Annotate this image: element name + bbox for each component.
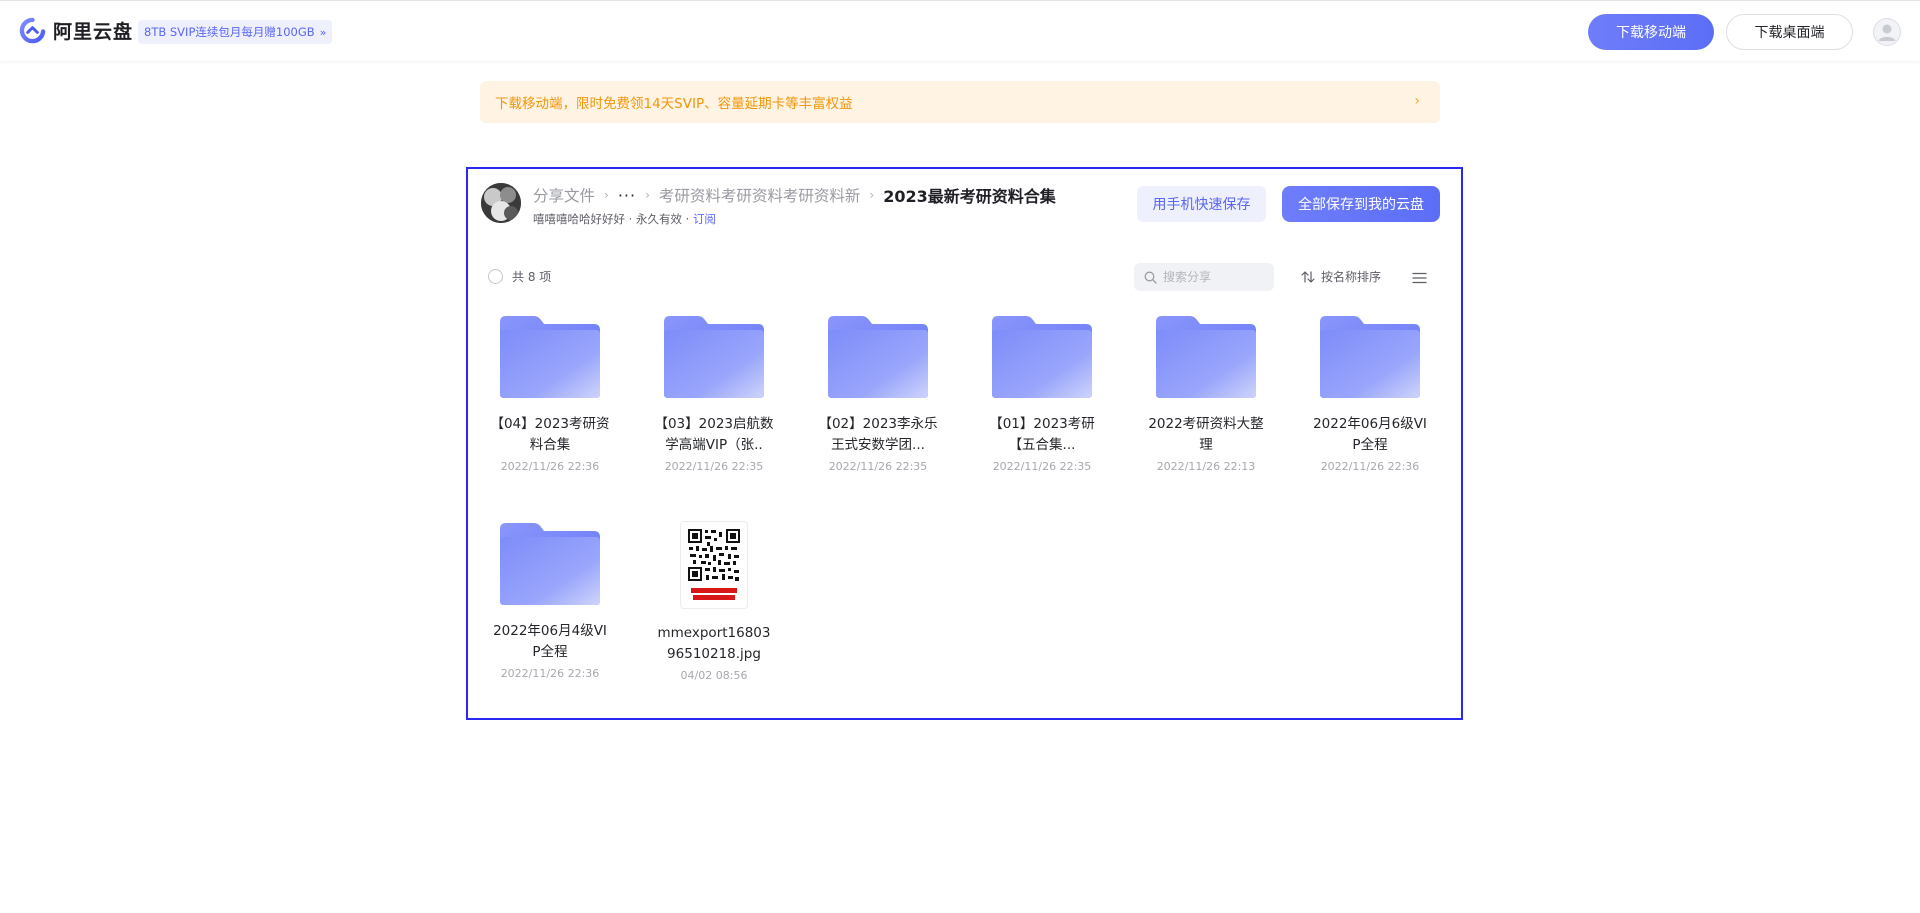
item-count: 共 8 项 [512,270,552,284]
image-thumbnail [680,521,748,609]
search-icon [1144,271,1157,284]
list-view-toggle[interactable] [1412,269,1427,288]
folder-icon [500,316,600,398]
breadcrumb-current-folder: 2023最新考研资料合集 [883,187,1056,206]
sort-by-name[interactable]: 按名称排序 [1301,268,1381,285]
qr-code-icon [687,528,741,600]
folder-icon [1156,316,1256,398]
file-item-folder[interactable]: 2022年06月4级VIP全程 2022/11/26 22:36 [483,521,617,680]
folder-icon [664,316,764,398]
breadcrumb: 分享文件 › ··· › 考研资料考研资料考研资料新 › 2023最新考研资料合… [533,183,1056,207]
file-item-folder[interactable]: 【02】2023李永乐王式安数学团... 2022/11/26 22:35 [811,314,945,473]
item-date: 2022/11/26 22:36 [1320,460,1420,473]
item-name: 2022年06月4级VIP全程 [493,623,607,660]
list-icon [1412,272,1427,284]
save-via-phone-button[interactable]: 用手机快速保存 [1137,186,1266,222]
user-avatar[interactable] [1873,18,1901,46]
item-name: 【02】2023李永乐王式安数学团... [818,416,938,453]
logo[interactable]: 阿里云盘 [19,17,133,44]
aliyun-drive-logo-icon [19,17,46,44]
file-item-folder[interactable]: 【03】2023启航数学高端VIP（张.. 2022/11/26 22:35 [647,314,781,473]
file-item-folder[interactable]: 【01】2023考研【五合集... 2022/11/26 22:35 [975,314,1109,473]
item-date: 2022/11/26 22:35 [828,460,928,473]
item-date: 2022/11/26 22:36 [500,460,600,473]
item-date: 2022/11/26 22:35 [992,460,1092,473]
app-name: 阿里云盘 [53,21,134,43]
folder-icon [500,523,600,605]
avatar-image [481,183,521,223]
separator-dot: · [685,212,693,226]
share-validity: 永久有效 [635,212,682,226]
breadcrumb-more[interactable]: ··· [618,186,636,205]
chevron-right-icon: › [604,188,609,202]
item-date: 2022/11/26 22:13 [1156,460,1256,473]
search-input[interactable] [1163,270,1263,284]
search-box[interactable] [1134,263,1274,291]
owner-avatar [481,183,521,223]
folder-icon [1320,316,1420,398]
user-icon [1873,18,1901,46]
folder-icon [992,316,1092,398]
item-name: 【03】2023启航数学高端VIP（张.. [654,416,774,453]
chevron-right-icon: › [645,188,650,202]
chevron-right-icon: › [869,188,875,202]
banner-text: 下载移动端，限时免费领14天SVIP、容量延期卡等丰富权益 [495,96,853,112]
file-item-folder[interactable]: 2022考研资料大整理 2022/11/26 22:13 [1139,314,1273,473]
select-all[interactable]: 共 8 项 [488,268,551,285]
item-name: 2022年06月6级VIP全程 [1313,416,1427,453]
item-name: 【01】2023考研【五合集... [989,416,1095,453]
svip-promo-badge[interactable]: 8TB SVIP连续包月每月赠100GB » [138,20,333,44]
item-name: 【04】2023考研资料合集 [490,416,610,453]
subscribe-link[interactable]: 订阅 [693,212,716,226]
promo-text: 8TB SVIP连续包月每月赠100GB [144,25,315,39]
promo-banner[interactable]: 下载移动端，限时免费领14天SVIP、容量延期卡等丰富权益 › [480,81,1440,123]
save-all-button[interactable]: 全部保存到我的云盘 [1282,186,1440,222]
sort-icon [1301,270,1315,283]
folder-icon [828,316,928,398]
sort-label: 按名称排序 [1321,270,1382,284]
double-chevron-right-icon: » [319,25,327,39]
share-panel: 分享文件 › ··· › 考研资料考研资料考研资料新 › 2023最新考研资料合… [466,167,1463,720]
select-all-checkbox[interactable] [488,269,503,284]
owner-name: 嘻嘻嘻哈哈好好好 [533,212,625,226]
item-name: 2022考研资料大整理 [1148,416,1264,453]
breadcrumb-parent-folder[interactable]: 考研资料考研资料考研资料新 [659,184,861,206]
breadcrumb-share-files[interactable]: 分享文件 [533,184,595,206]
item-date: 2022/11/26 22:36 [500,667,600,680]
share-info: 嘻嘻嘻哈哈好好好 · 永久有效 · 订阅 [533,211,716,227]
file-item-folder[interactable]: 2022年06月6级VIP全程 2022/11/26 22:36 [1303,314,1437,473]
download-mobile-button[interactable]: 下载移动端 [1588,14,1714,50]
file-item-folder[interactable]: 【04】2023考研资料合集 2022/11/26 22:36 [483,314,617,473]
file-item-image[interactable]: mmexport1680396510218.jpg 04/02 08:56 [647,521,781,682]
top-bar: 阿里云盘 8TB SVIP连续包月每月赠100GB » 下载移动端 下载桌面端 [0,0,1920,61]
separator-dot: · [628,212,636,226]
item-name: mmexport1680396510218.jpg [657,625,771,662]
item-date: 04/02 08:56 [680,669,748,682]
download-desktop-button[interactable]: 下载桌面端 [1726,14,1853,50]
item-date: 2022/11/26 22:35 [664,460,764,473]
chevron-right-icon: › [1414,93,1420,109]
